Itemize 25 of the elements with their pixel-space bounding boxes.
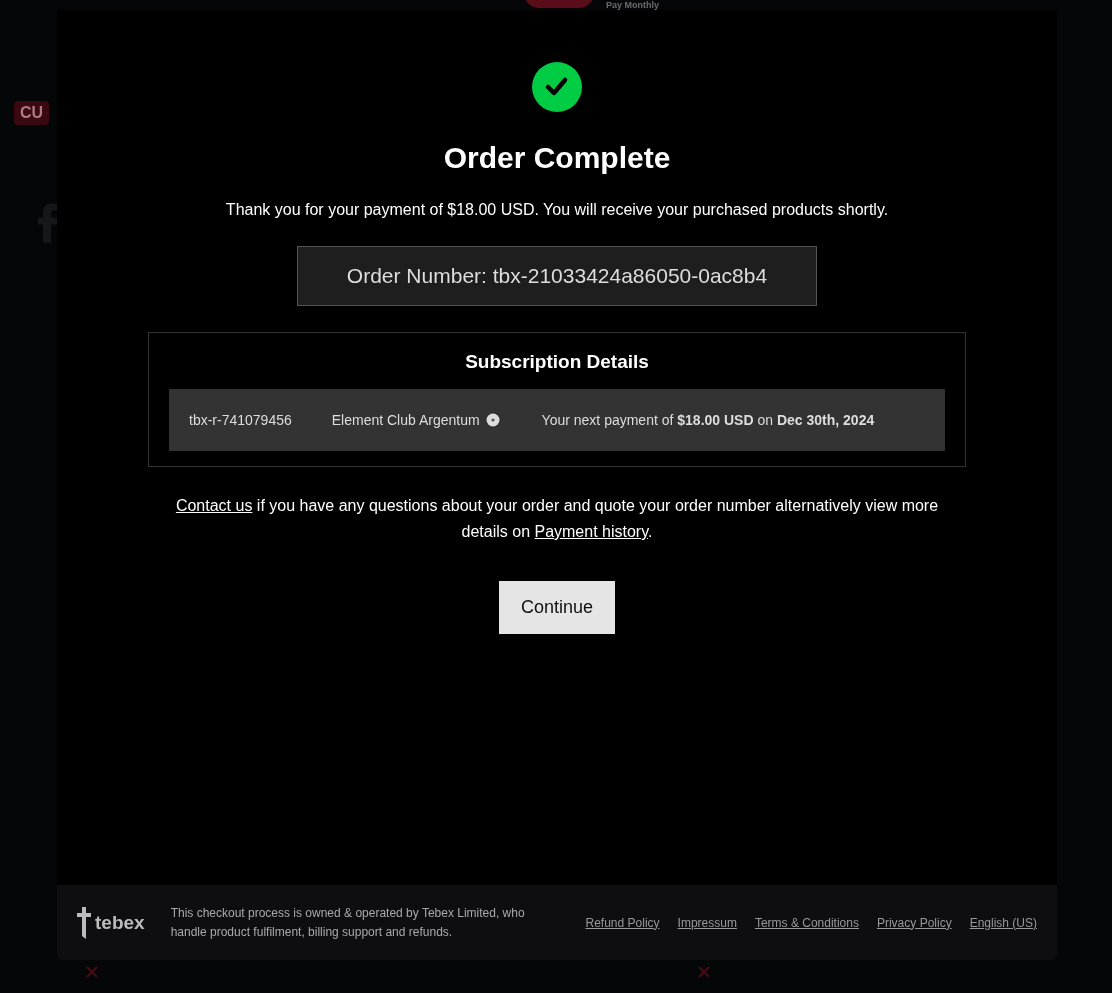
footer-notice: This checkout process is owned & operated by Tebex Limited, who handle product fulfilment, billing support and refunds.: [170, 904, 526, 941]
tebex-logo-icon: [77, 906, 91, 939]
cross-icon: [86, 966, 98, 978]
success-check-icon: [532, 62, 582, 112]
modal-title: Order Complete: [443, 140, 671, 176]
payment-message: Thank you for your payment of $18.00 USD. You will receive your purchased products shortly.: [225, 201, 889, 219]
order-number: Order Number: tbx-21033424a86050-0ac8b4: [297, 246, 817, 306]
continue-button[interactable]: Continue: [499, 581, 615, 634]
category-tag: CU: [14, 101, 50, 125]
footer-link[interactable]: English (US): [969, 915, 1037, 930]
next-payment: Your next payment of $18.00 USD on Dec 30th, 2024: [541, 412, 875, 428]
help-text: Contact us if you have any questions about your order and quote your order number alternatively view more details on Payment history.: [174, 496, 940, 542]
subscription-id: tbx-r-741079456: [189, 412, 292, 428]
cross-icon: [698, 966, 710, 978]
footer-link[interactable]: Privacy Policy: [876, 915, 952, 930]
billing-label: Pay Monthly: [606, 0, 659, 10]
footer-link[interactable]: Impressum: [677, 915, 737, 930]
product-name: Element Club Argentum: [331, 412, 480, 428]
footer-link[interactable]: Refund Policy: [585, 915, 660, 930]
help-link[interactable]: Contact us: [175, 497, 253, 514]
subscription-title: Subscription Details: [465, 351, 649, 373]
brand-name: tebex: [95, 911, 145, 934]
footer-link[interactable]: Terms & Conditions: [754, 915, 859, 930]
disc-icon: [485, 413, 500, 427]
help-link[interactable]: Payment history: [534, 523, 648, 540]
